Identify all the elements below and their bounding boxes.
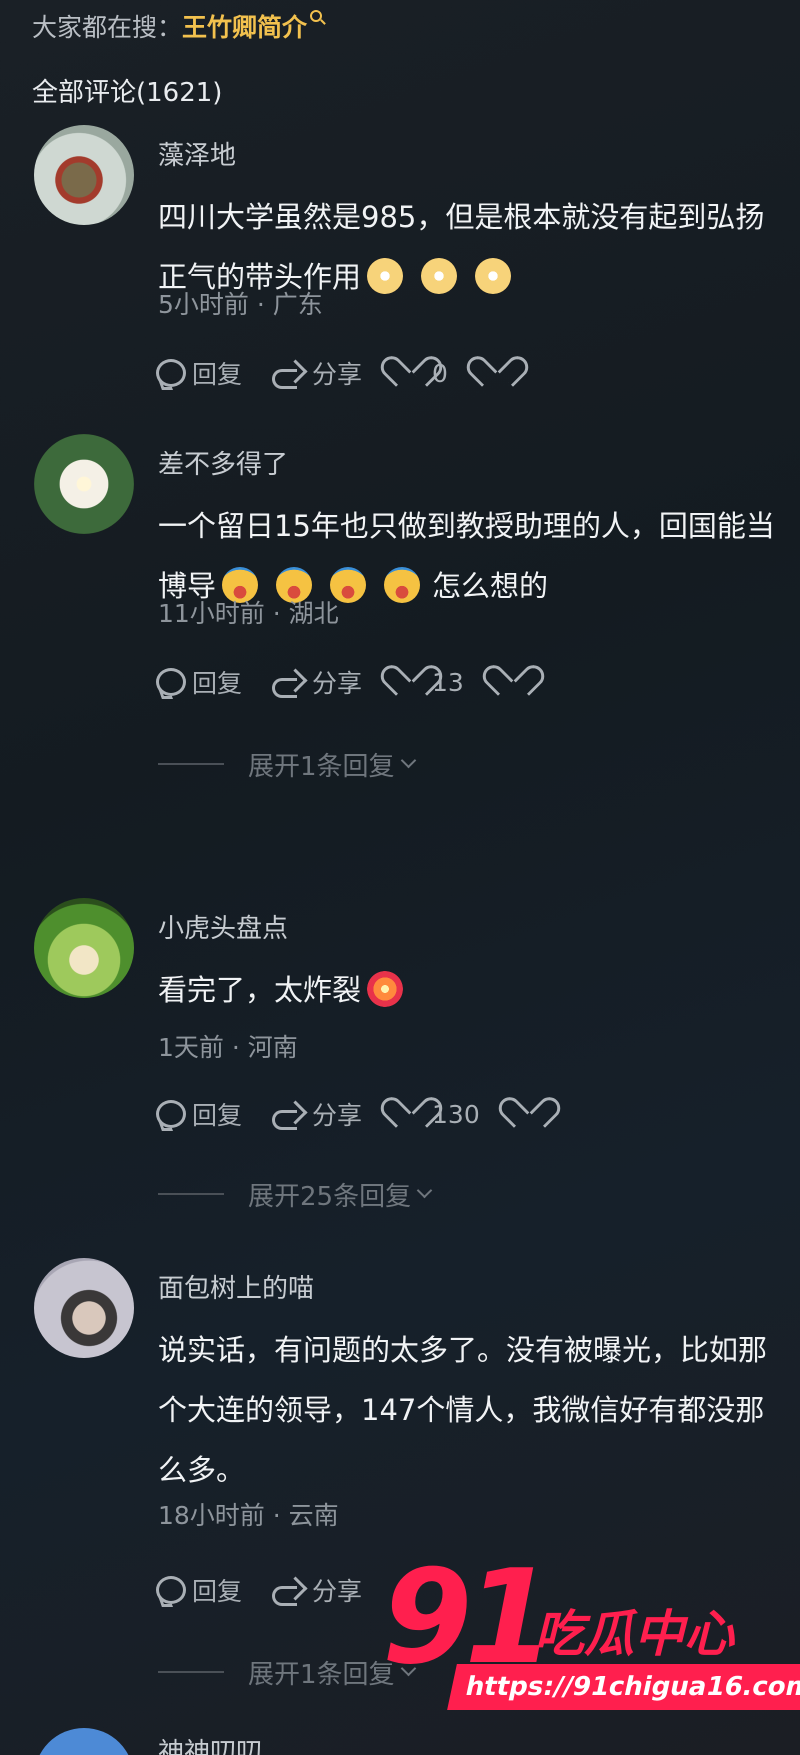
dislike-button[interactable] — [510, 1100, 546, 1128]
share-label: 分享 — [312, 669, 363, 698]
reply-icon — [156, 359, 186, 387]
share-label: 分享 — [312, 1577, 363, 1606]
comments-count-title: 全部评论(1621) — [32, 78, 223, 108]
avatar[interactable] — [34, 125, 134, 225]
avatar[interactable] — [34, 898, 134, 998]
comment-text-part: 说实话，有问题的太多了。没有被曝光，比如那个大连的领导，147个情人，我微信好有… — [158, 1333, 768, 1487]
share-label: 分享 — [312, 360, 363, 389]
divider-line — [158, 763, 224, 765]
collision-emoji-icon — [367, 971, 404, 1007]
like-button[interactable]: 13 — [392, 668, 464, 697]
reply-icon — [156, 1576, 186, 1604]
reply-button[interactable]: 回复 — [156, 1572, 242, 1608]
watermark: 91 吃瓜中心 https://91chigua16.com — [382, 1541, 800, 1722]
divider-line — [158, 1193, 224, 1195]
comment-text-part: 四川大学虽然是985，但是根本就没有起到弘扬正气的带头作用 — [158, 200, 765, 294]
search-hint-prefix: 大家都在搜： — [32, 13, 183, 42]
search-hint-term[interactable]: 王竹卿简介 — [182, 13, 307, 42]
share-button[interactable]: 分享 — [272, 1096, 362, 1132]
expand-replies-button[interactable]: 展开25条回复 — [158, 1174, 433, 1214]
comment-text-part: 看完了，太炸裂 — [158, 973, 362, 1007]
search-icon — [310, 10, 323, 22]
reply-label: 回复 — [192, 669, 243, 698]
comment-actions: 回复 分享 130 — [156, 1094, 576, 1134]
share-button[interactable]: 分享 — [272, 355, 362, 391]
comment-actions: 回复 分享 — [156, 1570, 392, 1610]
watermark-url: https://91chigua16.com — [447, 1664, 800, 1710]
share-label: 分享 — [312, 1101, 363, 1130]
heart-icon — [392, 359, 422, 387]
broken-heart-icon — [510, 1100, 540, 1128]
like-button[interactable]: 130 — [392, 1100, 480, 1129]
comment-meta: 18小时前 · 云南 — [158, 1501, 339, 1530]
expand-replies-button[interactable]: 展开1条回复 — [158, 1652, 416, 1692]
like-button[interactable]: 0 — [392, 359, 448, 388]
reply-icon — [156, 1100, 186, 1128]
search-hint[interactable]: 大家都在搜：王竹卿简介 — [32, 8, 323, 44]
expand-replies-button[interactable]: 展开1条回复 — [158, 744, 416, 784]
share-icon — [272, 1101, 306, 1130]
chevron-down-icon — [400, 752, 416, 768]
avatar[interactable] — [34, 1728, 134, 1755]
dislike-button[interactable] — [494, 668, 530, 696]
comment-meta: 11小时前 · 湖北 — [158, 599, 339, 628]
heart-icon — [392, 668, 422, 696]
reply-label: 回复 — [192, 1577, 243, 1606]
dizzy-face-emoji-icon — [367, 258, 404, 294]
reply-button[interactable]: 回复 — [156, 355, 242, 391]
expand-replies-label: 展开25条回复 — [248, 1181, 412, 1212]
broken-heart-icon — [494, 668, 524, 696]
share-icon — [272, 1577, 306, 1606]
comment-username[interactable]: 藻泽地 — [158, 135, 236, 172]
expand-replies-label: 展开1条回复 — [248, 1659, 395, 1690]
comment-text: 说实话，有问题的太多了。没有被曝光，比如那个大连的领导，147个情人，我微信好有… — [158, 1320, 778, 1500]
dislike-button[interactable] — [478, 359, 514, 387]
share-button[interactable]: 分享 — [272, 1572, 362, 1608]
share-icon — [272, 669, 306, 698]
comment-text: 看完了，太炸裂 — [158, 960, 778, 1020]
comment-actions: 回复 分享 13 — [156, 662, 560, 702]
reply-icon — [156, 668, 186, 696]
reply-button[interactable]: 回复 — [156, 664, 242, 700]
avatar[interactable] — [34, 1258, 134, 1358]
expand-replies-label: 展开1条回复 — [248, 751, 395, 782]
laughing-crying-emoji-icon — [384, 567, 421, 603]
comment-meta: 5小时前 · 广东 — [158, 290, 323, 319]
broken-heart-icon — [478, 359, 508, 387]
dizzy-face-emoji-icon — [421, 258, 458, 294]
share-button[interactable]: 分享 — [272, 664, 362, 700]
comment-username[interactable]: 差不多得了 — [158, 444, 288, 481]
chevron-down-icon — [416, 1182, 433, 1198]
comment-username[interactable]: 小虎头盘点 — [158, 908, 288, 945]
comment-username[interactable]: 面包树上的喵 — [158, 1268, 314, 1305]
dizzy-face-emoji-icon — [475, 258, 512, 294]
watermark-logo: 91 — [382, 1541, 555, 1693]
share-icon — [272, 360, 306, 389]
heart-icon — [392, 1100, 422, 1128]
reply-button[interactable]: 回复 — [156, 1096, 242, 1132]
comment-username[interactable]: 神神叨叨 — [158, 1732, 262, 1755]
reply-label: 回复 — [192, 360, 243, 389]
watermark-brand: 吃瓜中心 — [534, 1605, 734, 1663]
divider-line — [158, 1671, 224, 1673]
avatar[interactable] — [34, 434, 134, 534]
comment-meta: 1天前 · 河南 — [158, 1033, 298, 1062]
comment-actions: 回复 分享 0 — [156, 353, 544, 393]
reply-label: 回复 — [192, 1101, 243, 1130]
comment-text-part: 怎么想的 — [432, 569, 549, 603]
